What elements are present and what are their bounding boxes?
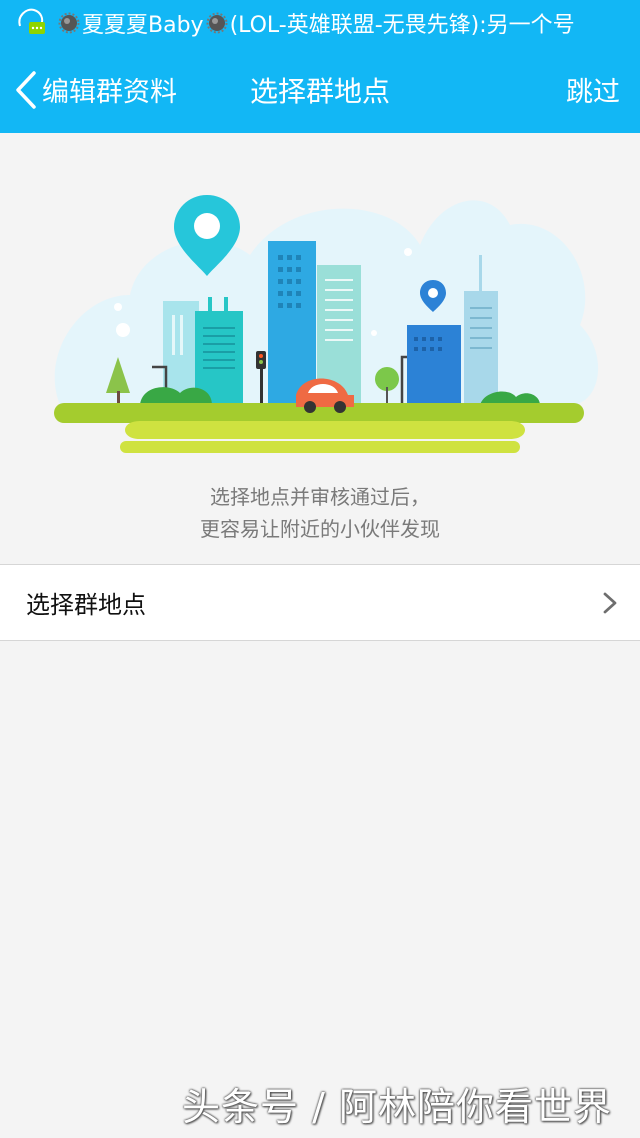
back-label: 编辑群资料 — [42, 77, 177, 108]
chevron-right-icon — [603, 592, 617, 614]
hint-line-2: 更容易让附近的小伙伴发现 — [200, 517, 440, 541]
notification-sender: 夏夏夏Baby — [82, 13, 204, 38]
watermark: 头条号 / 阿林陪你看世界 — [182, 1085, 612, 1129]
notification-detail: (LOL-英雄联盟-无畏先锋):另一个号 — [229, 13, 575, 38]
gear-icon — [206, 12, 228, 34]
skip-button[interactable]: 跳过 — [566, 46, 620, 133]
select-location-label: 选择群地点 — [26, 591, 146, 619]
back-button[interactable]: 编辑群资料 — [12, 46, 177, 133]
select-location-row[interactable]: 选择群地点 — [0, 564, 640, 641]
hint-line-1: 选择地点并审核通过后， — [210, 485, 430, 509]
city-illustration — [54, 195, 599, 453]
navigation-bar: 编辑群资料 选择群地点 跳过 — [0, 46, 640, 133]
status-bar: 夏夏夏Baby (LOL-英雄联盟-无畏先锋):另一个号 — [0, 0, 640, 46]
gear-icon — [58, 12, 80, 34]
chevron-left-icon — [16, 70, 36, 109]
qq-chat-icon — [18, 8, 45, 34]
